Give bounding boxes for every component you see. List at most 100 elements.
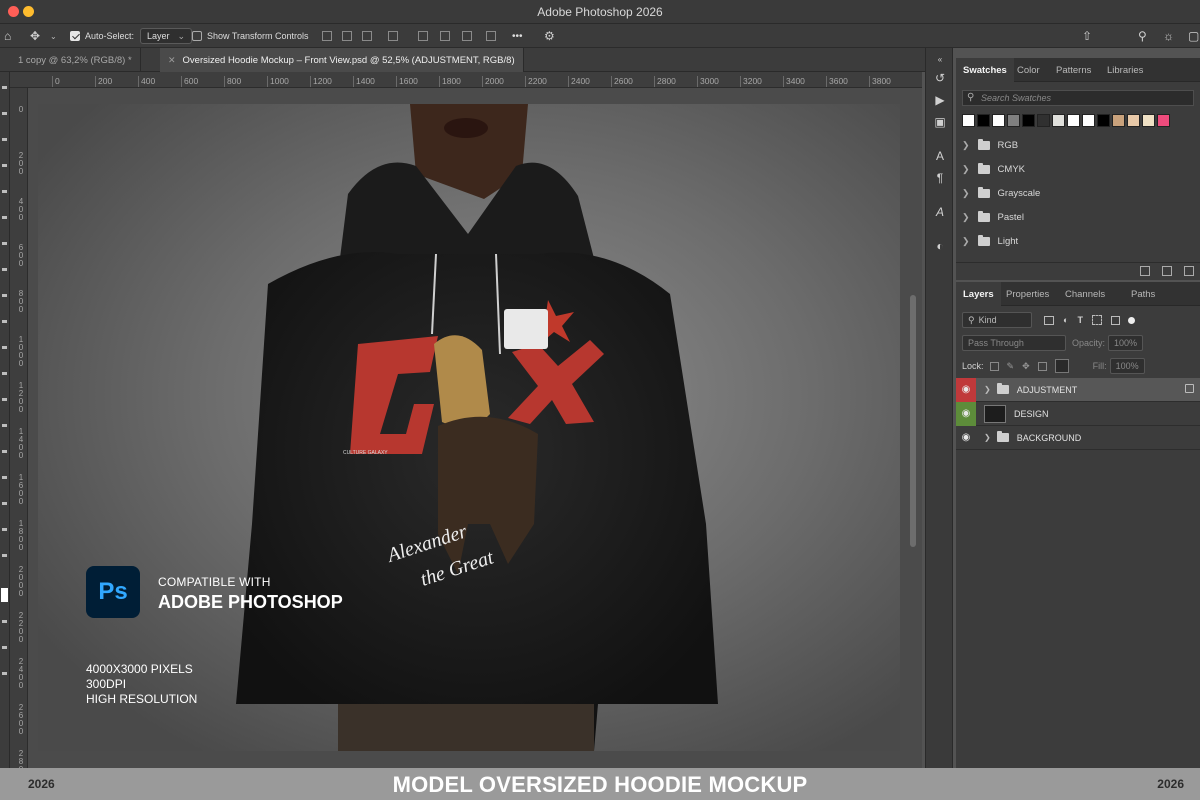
swatch-group-pastel[interactable]: ❯ Pastel	[962, 206, 1024, 228]
lock-image-icon[interactable]: ✎	[1007, 361, 1015, 372]
new-group-icon[interactable]	[1140, 266, 1150, 276]
tool-icon[interactable]	[2, 86, 7, 89]
align-center-icon[interactable]	[342, 24, 352, 48]
move-tool-icon[interactable]: ✥	[30, 24, 40, 48]
chevron-right-icon[interactable]: ❯	[984, 385, 991, 394]
tab-color[interactable]: Color	[1010, 58, 1047, 82]
color-swatch[interactable]	[1052, 114, 1065, 127]
tool-icon[interactable]	[2, 476, 7, 479]
align-left-icon[interactable]	[322, 24, 332, 48]
tool-icon[interactable]	[2, 346, 7, 349]
color-swatch[interactable]	[992, 114, 1005, 127]
filter-type-icon[interactable]: T	[1077, 315, 1083, 325]
canvas-vertical-scrollbar[interactable]	[910, 295, 916, 547]
tool-icon[interactable]	[2, 398, 7, 401]
tool-icon[interactable]	[2, 190, 7, 193]
color-swatch[interactable]	[1127, 114, 1140, 127]
paragraph-icon[interactable]: ¶	[932, 170, 948, 186]
tool-icon[interactable]	[2, 164, 7, 167]
align-right-icon[interactable]	[362, 24, 372, 48]
gear-icon[interactable]: ⚙	[544, 24, 555, 48]
tab-properties[interactable]: Properties	[999, 282, 1056, 306]
comments-icon[interactable]: ▣	[932, 114, 948, 130]
tool-icon[interactable]	[2, 320, 7, 323]
tool-icon[interactable]	[2, 112, 7, 115]
tab-1-copy[interactable]: 1 copy @ 63,2% (RGB/8) *	[10, 48, 141, 72]
color-swatch[interactable]	[1082, 114, 1095, 127]
lock-artboard-icon[interactable]	[1037, 361, 1047, 371]
tab-channels[interactable]: Channels	[1058, 282, 1112, 306]
swatch-group-cmyk[interactable]: ❯ CMYK	[962, 158, 1025, 180]
document-canvas[interactable]: CULTURE GALAXY Alexander the Great Ps CO…	[38, 104, 900, 751]
filter-smart-object-icon[interactable]	[1110, 315, 1120, 325]
color-swatch[interactable]	[1112, 114, 1125, 127]
tool-icon[interactable]	[2, 502, 7, 505]
history-icon[interactable]: ↺	[932, 70, 948, 86]
tool-icon[interactable]	[2, 424, 7, 427]
tool-icon[interactable]	[2, 242, 7, 245]
visibility-eye-icon[interactable]: ◉	[956, 426, 976, 450]
character-icon[interactable]: A	[932, 148, 948, 164]
tool-icon[interactable]	[2, 528, 7, 531]
color-swatch[interactable]	[1022, 114, 1035, 127]
filter-shape-icon[interactable]	[1091, 315, 1102, 325]
tool-icon[interactable]	[2, 372, 7, 375]
fill-input[interactable]: 100%	[1109, 358, 1145, 374]
color-swatch[interactable]	[1007, 114, 1020, 127]
trash-icon[interactable]	[1184, 266, 1194, 276]
visibility-eye-icon[interactable]: ◉	[956, 401, 976, 426]
collapse-panels-icon[interactable]: «	[932, 52, 948, 68]
filter-toggle-icon[interactable]	[1127, 316, 1135, 324]
tab-libraries[interactable]: Libraries	[1100, 58, 1150, 82]
tab-hoodie-mockup[interactable]: ✕ Oversized Hoodie Mockup – Front View.p…	[160, 48, 524, 72]
workspace-icon[interactable]: ▢	[1188, 24, 1199, 48]
tool-icon[interactable]	[2, 672, 7, 675]
home-icon[interactable]: ⌂	[4, 24, 11, 48]
swatch-group-rgb[interactable]: ❯ RGB	[962, 134, 1018, 156]
color-swatch[interactable]	[1097, 114, 1110, 127]
foreground-color-swatch[interactable]	[1, 588, 8, 602]
color-swatch[interactable]	[1037, 114, 1050, 127]
lock-position-icon[interactable]: ✥	[1022, 361, 1030, 372]
distribute-icon[interactable]	[388, 24, 398, 48]
chevron-right-icon[interactable]: ❯	[984, 433, 991, 442]
color-swatch[interactable]	[1157, 114, 1170, 127]
lock-all-icon[interactable]	[1054, 359, 1069, 373]
swatch-group-light[interactable]: ❯ Light	[962, 230, 1018, 252]
tool-icon[interactable]	[2, 450, 7, 453]
blend-mode-dropdown[interactable]: Pass Through	[962, 335, 1066, 351]
tab-paths[interactable]: Paths	[1124, 282, 1162, 306]
swatch-group-grayscale[interactable]: ❯ Grayscale	[962, 182, 1040, 204]
lock-transparent-icon[interactable]	[989, 361, 999, 371]
distribute-vertical-icon[interactable]	[486, 24, 496, 48]
color-swatch[interactable]	[1067, 114, 1080, 127]
tab-layers[interactable]: Layers	[956, 282, 1001, 306]
layer-kind-dropdown[interactable]: ⚲ Kind	[962, 312, 1032, 328]
filter-adjustment-icon[interactable]: ◐	[1063, 315, 1068, 325]
tool-icon[interactable]	[2, 554, 7, 557]
color-swatch[interactable]	[962, 114, 975, 127]
auto-select-checkbox[interactable]: Auto-Select:	[70, 24, 134, 48]
share-icon[interactable]: ⇧	[1082, 24, 1092, 48]
horizontal-ruler[interactable]: 0 200 400 600 800 1000 1200 1400 1600 1800 2000 220…	[10, 72, 922, 88]
discover-lightbulb-icon[interactable]: ☼	[1163, 24, 1174, 48]
tool-preset-chevron-icon[interactable]: ⌄	[50, 24, 57, 48]
adjustments-icon[interactable]: ◐	[932, 238, 948, 254]
tool-icon[interactable]	[2, 216, 7, 219]
tool-icon[interactable]	[2, 268, 7, 271]
auto-select-dropdown[interactable]: Layer ⌄	[140, 28, 193, 44]
visibility-eye-icon[interactable]: ◉	[956, 377, 976, 402]
new-swatch-icon[interactable]	[1162, 266, 1172, 276]
align-top-icon[interactable]	[418, 24, 428, 48]
search-icon[interactable]: ⚲	[1138, 24, 1147, 48]
align-middle-icon[interactable]	[440, 24, 450, 48]
tool-icon[interactable]	[2, 138, 7, 141]
tool-icon[interactable]	[2, 646, 7, 649]
tool-icon[interactable]	[2, 620, 7, 623]
show-transform-checkbox[interactable]: Show Transform Controls	[192, 24, 309, 48]
layer-row-design[interactable]: ◉ DESIGN	[956, 401, 1200, 426]
opacity-input[interactable]: 100%	[1108, 335, 1144, 351]
actions-play-icon[interactable]: ▶	[932, 92, 948, 108]
swatches-search-input[interactable]: ⚲ Search Swatches	[962, 90, 1194, 106]
vertical-ruler[interactable]: 0 200 400 600 800 1000 1200 1400 1600 1800 2000 220…	[10, 88, 28, 768]
